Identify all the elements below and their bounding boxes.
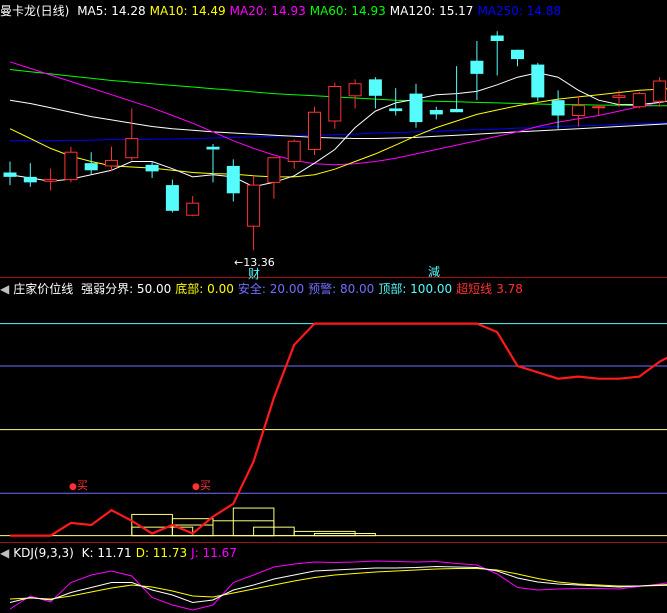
indicator-legend-item-1: 底部: 0.00 (175, 282, 234, 296)
candle-body-up (653, 80, 667, 102)
candle-body-down (206, 146, 220, 150)
candle-body-down (450, 108, 464, 113)
indicator-header: ◀ 庄家价位线 强弱分界: 50.00 底部: 0.00 安全: 20.00 预警: 8… (0, 281, 531, 297)
buy-signal-marker: ●买 (69, 479, 88, 492)
candle-body-up (308, 111, 321, 150)
buy-signal-marker: ●买 (192, 479, 211, 492)
indicator-legend-item-0: 强弱分界: 50.00 (81, 282, 172, 296)
indicator-legend-item-4: 顶部: 100.00 (378, 282, 453, 296)
chevron-left-icon[interactable]: ◀ (0, 282, 9, 296)
kdj-header: ◀ KDJ(9,3,3) K: 11.71 D: 11.73 J: 11.67 (0, 545, 245, 561)
candle-body-down (470, 60, 484, 74)
ma-legend-item-4: MA120: 15.17 (389, 4, 474, 18)
candle-body-down (3, 172, 17, 177)
kdj-title: KDJ(9,3,3) (13, 546, 74, 560)
candle-body-up (571, 105, 585, 117)
indicator-legend-item-5: 超短线 (456, 282, 493, 296)
candle-body-up (64, 151, 78, 181)
candle-body-up (632, 93, 646, 108)
candle-body-up (105, 159, 118, 167)
candle-body-down (368, 79, 382, 96)
candle-body-up (267, 157, 281, 183)
price-header: 曼卡龙(日线) MA5: 14.28 MA10: 14.49 MA20: 14.93… (0, 3, 569, 19)
volume-box (212, 520, 275, 537)
candle-body-down (551, 100, 565, 116)
indicator-legend-item-6: 3.78 (496, 282, 523, 296)
candle-body-down (409, 93, 423, 123)
candle-body-up (287, 140, 301, 163)
candle-body-up (247, 184, 261, 227)
kdj-legend-item-0: K: 11.71 (81, 546, 132, 560)
candle-body-down (84, 163, 98, 171)
indicator-legend-item-3: 预警: 80.00 (308, 282, 375, 296)
candle-body-up (125, 138, 139, 159)
candle-body-down (511, 49, 524, 60)
candle-body-down (145, 164, 159, 172)
jian-marker: 減 (428, 265, 441, 279)
ma-legend-item-1: MA10: 14.49 (149, 4, 226, 18)
kdj-line-d (9, 568, 667, 600)
candle-body-up (44, 179, 58, 182)
candle-body-down (531, 64, 545, 98)
candle-body-up (328, 85, 342, 122)
candle-body-down (490, 35, 504, 42)
candle-body-down (165, 185, 179, 211)
price-pane (3, 31, 667, 251)
candle-body-up (592, 106, 606, 109)
chevron-left-icon[interactable]: ◀ (0, 546, 9, 560)
ma-legend-item-2: MA20: 14.93 (229, 4, 306, 18)
candle-body-up (186, 202, 200, 216)
ma-legend-item-5: MA250: 14.88 (477, 4, 562, 18)
indicator-pane (0, 322, 667, 537)
cai-marker: 财 (248, 267, 261, 281)
kdj-legend-item-1: D: 11.73 (135, 546, 188, 560)
indicator-legend-item-2: 安全: 20.00 (237, 282, 305, 296)
ma-line-ma250 (10, 122, 667, 142)
candle-body-down (226, 165, 240, 194)
candle-body-up (348, 83, 362, 97)
volume-box (314, 533, 376, 537)
ma-legend-item-3: MA60: 14.93 (309, 4, 386, 18)
kdj-legend-item-2: J: 11.67 (191, 546, 237, 560)
candle-body-down (23, 176, 37, 183)
kdj-pane (9, 560, 667, 611)
price-chart-title: 曼卡龙(日线) (0, 4, 70, 18)
indicator-title: 庄家价位线 (13, 282, 74, 296)
ma-legend-item-0: MA5: 14.28 (77, 4, 146, 18)
stock-chart (0, 31, 667, 611)
kdj-line-j (9, 560, 667, 611)
candle-body-down (389, 108, 403, 112)
candle-body-up (612, 95, 626, 98)
candle-body-down (429, 110, 443, 115)
